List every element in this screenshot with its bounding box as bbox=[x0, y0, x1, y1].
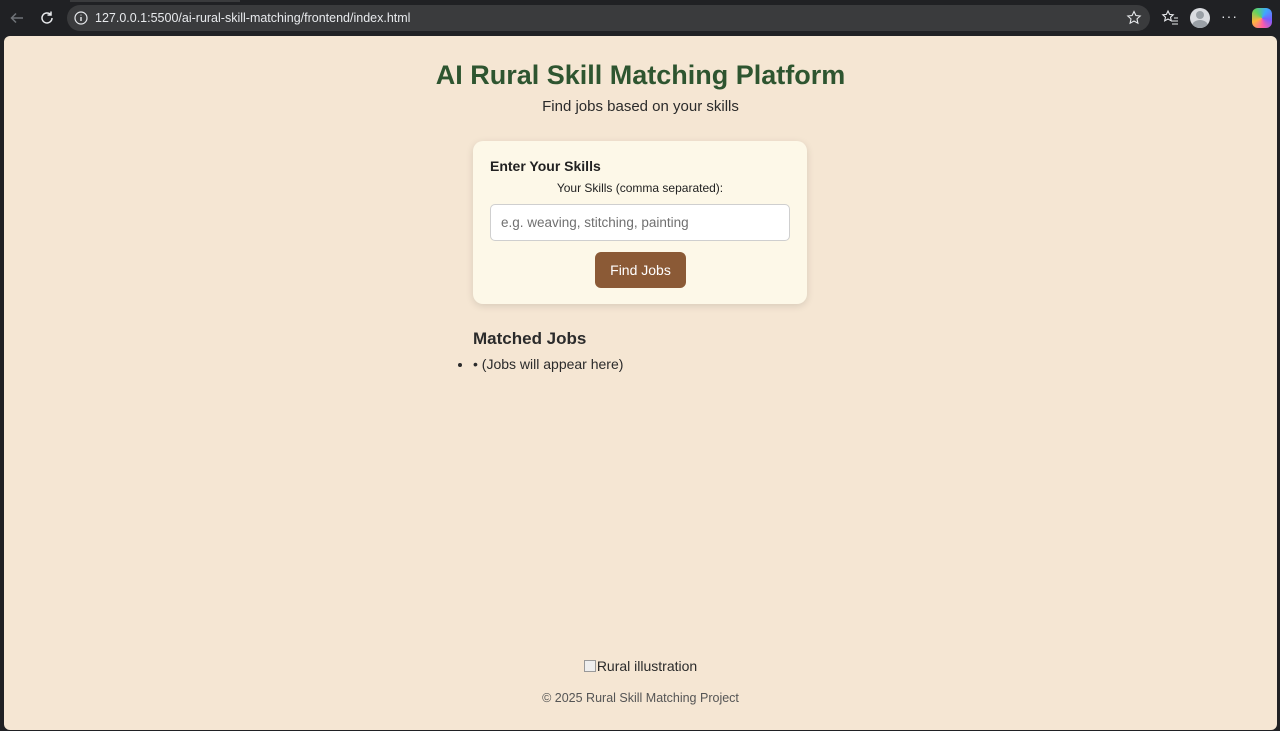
profile-avatar[interactable] bbox=[1190, 8, 1210, 28]
page-title: AI Rural Skill Matching Platform bbox=[435, 60, 846, 90]
skills-card: Enter Your Skills Your Skills (comma sep… bbox=[473, 141, 807, 304]
skills-input-label: Your Skills (comma separated): bbox=[556, 181, 724, 195]
copilot-icon[interactable] bbox=[1252, 8, 1272, 28]
page-viewport: AI Rural Skill Matching Platform Find jo… bbox=[4, 36, 1277, 730]
url-text: 127.0.0.1:5500/ai-rural-skill-matching/f… bbox=[95, 11, 411, 25]
skills-input[interactable] bbox=[490, 204, 790, 241]
matched-jobs-list: • (Jobs will appear here) bbox=[473, 356, 623, 372]
matched-jobs-heading: Matched Jobs bbox=[473, 329, 587, 348]
site-info-icon[interactable] bbox=[74, 11, 88, 25]
favorite-star-icon[interactable] bbox=[1126, 10, 1142, 26]
reload-icon bbox=[41, 11, 53, 24]
reload-button[interactable] bbox=[37, 8, 57, 28]
more-menu-icon[interactable]: ··· bbox=[1221, 8, 1238, 24]
back-button[interactable] bbox=[7, 8, 27, 28]
find-jobs-button[interactable]: Find Jobs bbox=[595, 252, 686, 288]
browser-toolbar: 127.0.0.1:5500/ai-rural-skill-matching/f… bbox=[0, 0, 1280, 36]
list-item: • (Jobs will appear here) bbox=[473, 356, 623, 372]
avatar-body bbox=[1192, 20, 1208, 28]
broken-image-icon bbox=[583, 660, 596, 672]
back-arrow-icon bbox=[10, 12, 23, 24]
skills-card-heading: Enter Your Skills bbox=[490, 158, 601, 174]
tab-strip-edge bbox=[70, 0, 240, 2]
favorites-icon[interactable] bbox=[1161, 9, 1179, 27]
rural-illustration-image: Rural illustration bbox=[4, 658, 1277, 674]
footer-text: © 2025 Rural Skill Matching Project bbox=[542, 691, 739, 705]
avatar-head bbox=[1196, 11, 1204, 19]
illustration-alt-text: Rural illustration bbox=[596, 658, 698, 674]
address-bar[interactable]: 127.0.0.1:5500/ai-rural-skill-matching/f… bbox=[67, 5, 1150, 31]
page-subtitle: Find jobs based on your skills bbox=[542, 98, 739, 115]
